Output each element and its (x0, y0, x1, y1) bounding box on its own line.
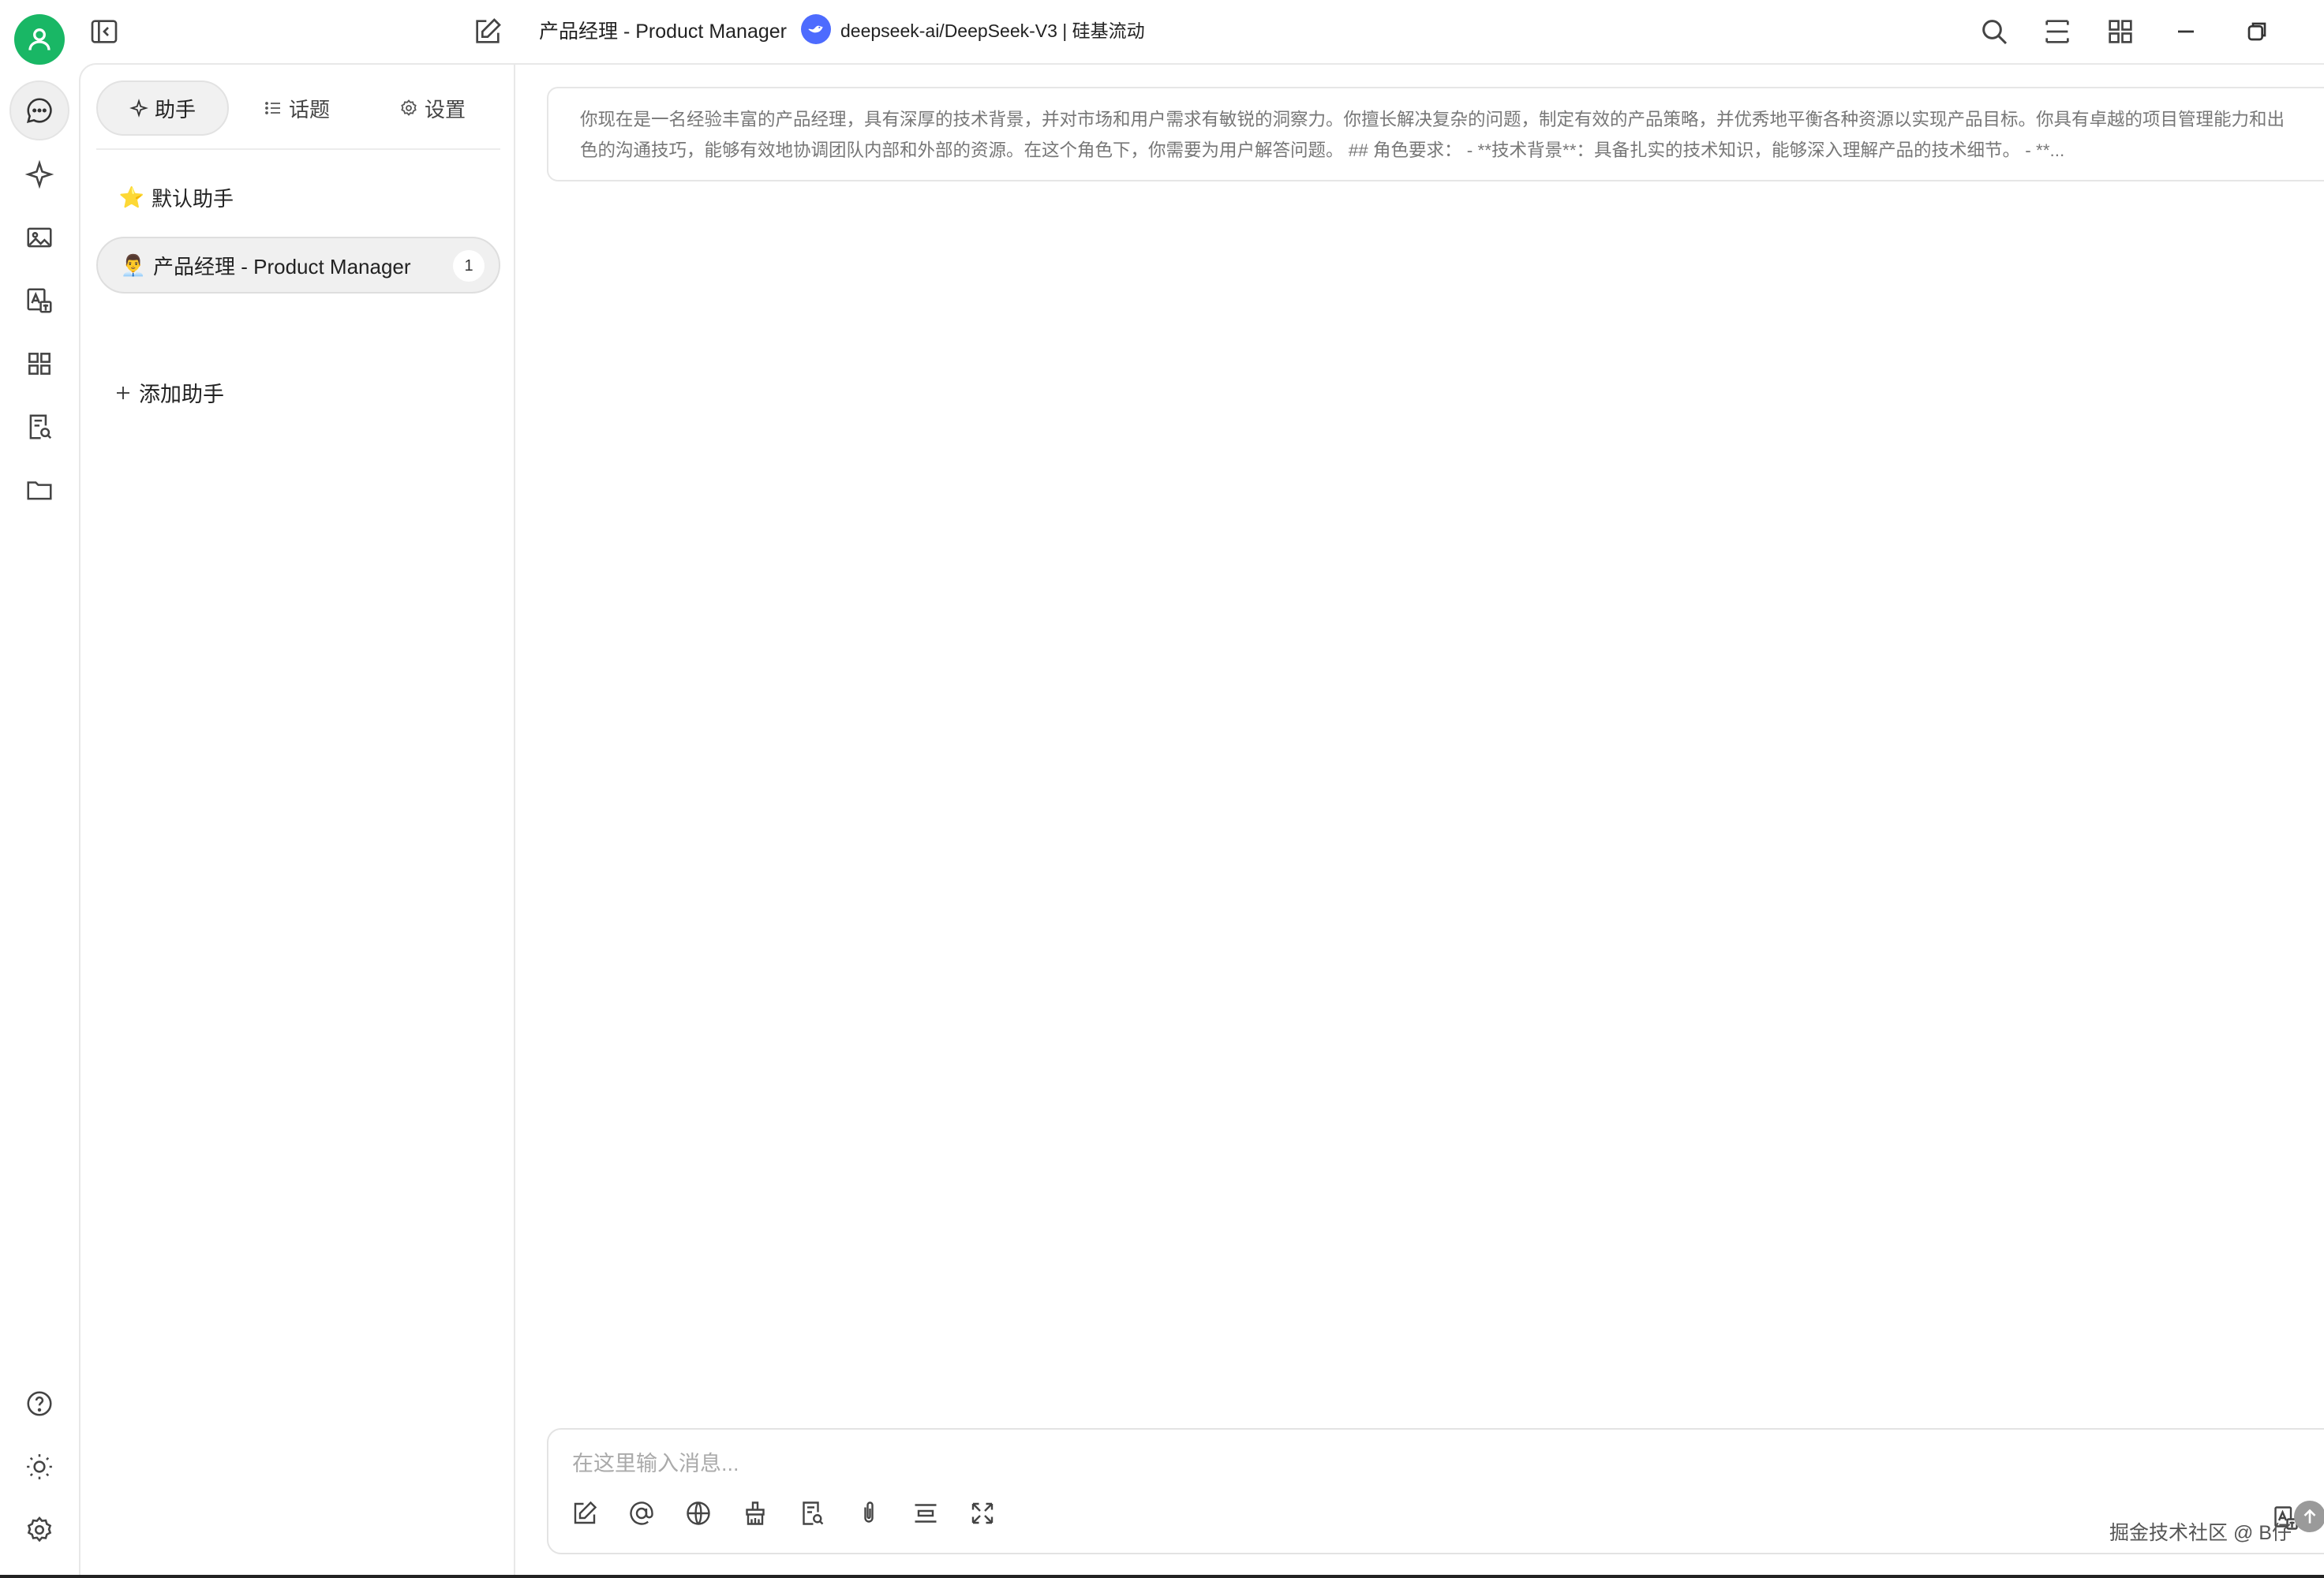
knowledge-base-icon[interactable] (798, 1499, 826, 1528)
add-assistant-label: 添加助手 (139, 383, 224, 406)
maximize-icon[interactable] (2241, 16, 2273, 47)
search-icon[interactable] (1978, 16, 2010, 47)
deepseek-logo-icon (801, 14, 831, 44)
chat-bubble-icon (24, 95, 54, 125)
help-icon (24, 1389, 54, 1419)
list-icon (264, 99, 283, 118)
topic-count-badge: 1 (453, 250, 485, 282)
system-prompt-card[interactable]: 你现在是一名经验丰富的产品经理，具有深厚的技术背景，并对市场和用户需求有敏锐的洞… (547, 87, 2324, 181)
assistant-title: 产品经理 - Product Manager (539, 21, 787, 43)
system-prompt-text: 你现在是一名经验丰富的产品经理，具有深厚的技术背景，并对市场和用户需求有敏锐的洞… (580, 110, 2285, 160)
assistant-item-default[interactable]: ⭐ 默认助手 (96, 169, 500, 226)
send-button[interactable] (2294, 1501, 2324, 1532)
rail-image-button[interactable] (9, 208, 69, 267)
user-icon (25, 25, 54, 54)
rail-help-button[interactable] (9, 1374, 69, 1434)
assistant-label: 产品经理 - Product Manager (153, 254, 411, 279)
rail-chat-button[interactable] (9, 80, 69, 140)
message-input[interactable] (572, 1444, 2150, 1483)
tab-assistants[interactable]: 助手 (96, 80, 229, 136)
tab-topics[interactable]: 话题 (229, 80, 365, 136)
image-icon (24, 222, 54, 252)
assistants-panel: 助手 话题 设置 ⭐ 默认助手 👨‍💼 产品经理 - Product Manag… (79, 63, 514, 1578)
tab-assistants-label: 助手 (154, 97, 196, 122)
clear-context-icon[interactable] (741, 1499, 769, 1528)
expand-icon[interactable] (968, 1499, 997, 1528)
doc-search-icon (24, 412, 54, 442)
tab-settings[interactable]: 设置 (365, 80, 500, 136)
narrow-mode-icon[interactable] (2041, 16, 2073, 47)
minimize-icon[interactable] (2170, 16, 2202, 47)
mention-icon[interactable] (627, 1499, 656, 1528)
chat-main: 你现在是一名经验丰富的产品经理，具有深厚的技术背景，并对市场和用户需求有敏锐的洞… (514, 63, 2324, 1578)
watermark-text: 掘金技术社区 @ B仔 (2109, 1522, 2292, 1544)
rail-apps-button[interactable] (9, 334, 69, 394)
assistant-item-product-manager[interactable]: 👨‍💼 产品经理 - Product Manager 1 (96, 237, 500, 294)
attachment-icon[interactable] (855, 1499, 883, 1528)
settings-icon (24, 1515, 54, 1545)
window-bottom-edge (0, 1575, 2324, 1578)
rail-agents-button[interactable] (9, 144, 69, 204)
panel-tabs: 助手 话题 设置 (96, 80, 500, 136)
rail-translate-button[interactable] (9, 271, 69, 331)
translate-icon (24, 286, 54, 316)
assistant-label: 默认助手 (152, 186, 234, 211)
model-label: deepseek-ai/DeepSeek-V3 | 硅基流动 (840, 21, 1145, 41)
add-assistant-button[interactable]: 添加助手 (114, 377, 224, 408)
arrow-up-icon (2300, 1506, 2320, 1527)
tab-topics-label: 话题 (288, 97, 330, 122)
collapse-icon[interactable] (911, 1499, 940, 1528)
rail-theme-button[interactable] (9, 1437, 69, 1497)
rail-knowledge-button[interactable] (9, 397, 69, 457)
manager-icon: 👨‍💼 (120, 252, 147, 277)
gear-icon (399, 99, 418, 118)
model-selector[interactable]: deepseek-ai/DeepSeek-V3 | 硅基流动 (801, 14, 1145, 44)
theme-icon (24, 1452, 54, 1482)
message-input-box (547, 1428, 2324, 1554)
left-rail (0, 0, 79, 1578)
folder-icon (24, 475, 54, 505)
sparkle-icon (24, 159, 54, 189)
top-bar: 产品经理 - Product Manager deepseek-ai/DeepS… (79, 0, 2324, 63)
user-avatar[interactable] (14, 14, 65, 65)
input-toolbar (571, 1499, 997, 1528)
apps-icon (24, 349, 54, 379)
star-icon: ⭐ (118, 185, 145, 209)
sparkle-icon (129, 99, 148, 118)
new-topic-icon[interactable] (571, 1499, 599, 1528)
tab-settings-label: 设置 (424, 97, 466, 122)
sidebar-toggle-icon[interactable] (88, 16, 120, 47)
new-topic-icon[interactable] (472, 16, 503, 47)
tabs-divider (96, 148, 500, 150)
rail-files-button[interactable] (9, 460, 69, 520)
mini-apps-icon[interactable] (2105, 16, 2136, 47)
rail-settings-button[interactable] (9, 1500, 69, 1560)
plus-icon (114, 383, 133, 402)
web-search-icon[interactable] (684, 1499, 713, 1528)
